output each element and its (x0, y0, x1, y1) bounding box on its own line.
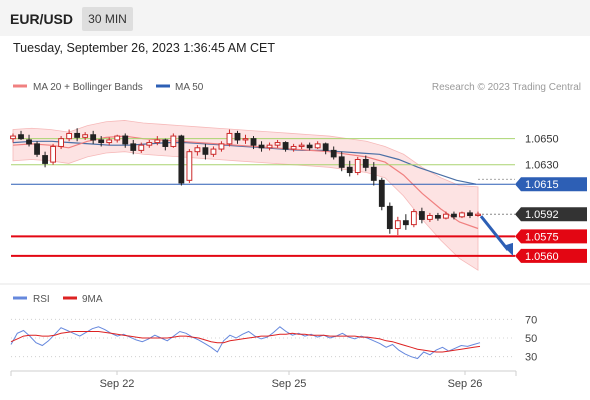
candle-body (170, 135, 177, 147)
candle-body (10, 135, 16, 140)
candle-body (274, 142, 281, 146)
price-chart: MA 20 + Bollinger Bands MA 50 Research ©… (0, 82, 590, 390)
candle (354, 156, 361, 176)
candle (402, 214, 409, 230)
x-tick-label: Sep 25 (272, 378, 307, 390)
x-tick-label: Sep 26 (448, 378, 483, 390)
level-pivot: 1.0615 (11, 177, 587, 192)
candle-body (90, 134, 97, 141)
candle-body (50, 145, 56, 163)
candle-body (218, 143, 225, 150)
rsi-tick-label: 70 (525, 314, 537, 326)
candle (378, 177, 385, 211)
level-tag-label: 1.0592 (525, 209, 559, 221)
candle-body (194, 147, 201, 153)
candle-body (202, 147, 209, 155)
candle-body (210, 148, 217, 155)
level-tag-label: 1.0560 (525, 251, 559, 263)
candle-body (475, 213, 481, 217)
rsi-panel: 70 50 30 (10, 314, 537, 364)
level-support: 1.0560 (11, 248, 587, 263)
rsi-tick-label: 50 (525, 333, 537, 345)
candle-body (18, 134, 24, 140)
candle (178, 134, 185, 186)
candle-body (426, 215, 433, 220)
candle-body (114, 135, 121, 141)
candle (50, 143, 56, 165)
candle (394, 216, 401, 236)
candle-body (362, 158, 369, 168)
candle-body (138, 144, 145, 151)
candle-body (418, 211, 425, 220)
candle-body (467, 212, 473, 217)
candle (170, 133, 177, 148)
candle-body (451, 213, 457, 218)
candle-body (250, 138, 257, 146)
candle-body (330, 149, 337, 158)
rsi-tick-label: 30 (525, 352, 537, 364)
candle-body (346, 166, 353, 174)
candle (459, 211, 465, 219)
candle-body (394, 220, 401, 230)
candle-body (402, 220, 409, 226)
level-label: 1.0650 (525, 134, 559, 146)
candle-body (186, 151, 193, 181)
candle-body (443, 213, 449, 219)
candle-body (282, 142, 289, 150)
candle-body (298, 144, 305, 147)
candle-body (106, 139, 113, 144)
rsi-ma-line (10, 331, 481, 353)
chart-widget: EUR/USD 30 MIN Tuesday, September 26, 20… (0, 0, 590, 400)
level-current: 1.0592 (478, 207, 587, 222)
candle-body (338, 156, 345, 168)
candle-body (370, 166, 377, 181)
candle-body (130, 143, 137, 151)
candle-body (82, 134, 89, 138)
candle-body (178, 135, 185, 184)
candle-body (226, 132, 233, 145)
candle-body (266, 144, 273, 149)
candle-body (146, 142, 153, 146)
candle-body (306, 144, 313, 149)
candle-body (459, 212, 465, 218)
level-tag-label: 1.0575 (525, 231, 559, 243)
candle-body (122, 135, 129, 145)
candle-body (435, 215, 441, 219)
time-axis-ticks: Sep 22 Sep 25 Sep 26 (100, 371, 483, 390)
projection-arrow-line (479, 215, 510, 251)
level-tag-label: 1.0615 (525, 179, 559, 191)
candle-body (242, 138, 249, 141)
candle-body (98, 139, 105, 144)
candle-body (386, 205, 393, 230)
candle (386, 202, 393, 234)
candle-body (74, 132, 81, 138)
x-tick-label: Sep 22 (100, 378, 135, 390)
candle-body (322, 143, 329, 151)
candle-body (34, 143, 40, 155)
candle-body (154, 139, 161, 144)
candle-body (258, 144, 265, 149)
candle-body (66, 132, 73, 140)
copyright-text: Research © 2023 Trading Central (432, 82, 581, 93)
candle-body (378, 179, 385, 207)
candle-body (234, 132, 241, 141)
candle-body (58, 138, 65, 147)
candle (186, 149, 193, 183)
level-label: 1.0630 (525, 160, 559, 172)
candle-body (26, 139, 32, 145)
candle-body (410, 211, 417, 226)
candle-body (290, 145, 297, 150)
candle-body (42, 155, 48, 164)
candle-body (162, 139, 169, 147)
rsi-legend-label: RSI (33, 294, 50, 305)
candle (34, 141, 40, 157)
candle-body (354, 158, 361, 174)
rsi-ma-legend-label: 9MA (82, 294, 103, 305)
candle-body (314, 143, 321, 149)
ma50-legend-label: MA 50 (175, 82, 204, 93)
candle (410, 208, 417, 228)
ma20-legend-label: MA 20 + Bollinger Bands (33, 82, 143, 93)
